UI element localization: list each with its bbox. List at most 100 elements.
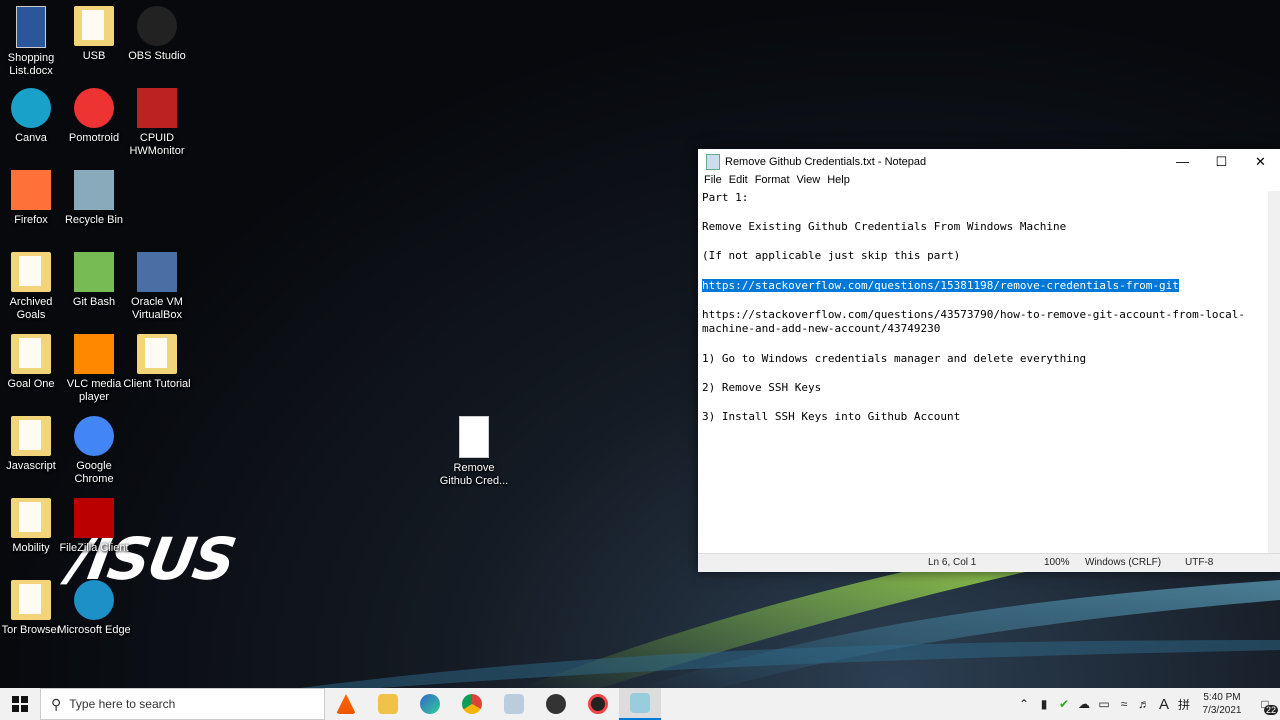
line-text: machine-and-add-new-account/43749230 [702, 322, 941, 336]
text-line: machine-and-add-new-account/43749230 [702, 322, 1268, 337]
notepad-icon [706, 153, 720, 170]
notepad-icon [630, 693, 650, 713]
text-line: Remove Existing Github Credentials From … [702, 220, 1268, 235]
search-box[interactable]: ⚲ Type here to search [40, 688, 325, 720]
desktop-icon-google-chrome[interactable]: Google Chrome [57, 416, 131, 486]
client-tutorial-icon [137, 334, 177, 374]
text-line: https://stackoverflow.com/questions/1538… [702, 278, 1268, 294]
pomotroid-icon [74, 88, 114, 128]
clock-time: 5:40 PM [1203, 692, 1241, 703]
photos-icon [504, 694, 524, 714]
desktop-icon-label: Recycle Bin [64, 214, 124, 226]
shopping-list-docx-icon [16, 6, 46, 48]
line-text: 1) Go to Windows credentials manager and… [702, 351, 1087, 365]
obs-studio-icon [137, 6, 177, 46]
obs-icon [546, 694, 566, 714]
menu-format[interactable]: Format [753, 174, 795, 190]
desktop-icon-remove-github-cred[interactable]: Remove Github Cred... [437, 416, 511, 488]
clock[interactable]: 5:40 PM 7/3/2021 [1194, 691, 1250, 717]
desktop-icon-label: Client Tutorial [123, 378, 191, 390]
canva-icon [11, 88, 51, 128]
title-bar[interactable]: Remove Github Credentials.txt - Notepad … [698, 149, 1280, 174]
notification-count: 22 [1263, 705, 1278, 715]
desktop-icon-label: Remove Github Cred... [439, 462, 509, 487]
taskbar-chrome[interactable] [451, 688, 493, 720]
wifi-icon[interactable]: ≈ [1114, 697, 1134, 711]
font-language-icon[interactable]: A [1154, 696, 1174, 713]
window-title: Remove Github Credentials.txt - Notepad [725, 155, 927, 168]
security-shield-icon[interactable]: ✔ [1054, 697, 1074, 711]
zoom-level: 100% [1044, 557, 1070, 568]
text-line [702, 395, 1268, 410]
text-line: (If not applicable just skip this part) [702, 249, 1268, 264]
search-placeholder: Type here to search [69, 697, 176, 711]
notepad-window[interactable]: Remove Github Credentials.txt - Notepad … [698, 149, 1280, 572]
file-explorer-icon [378, 694, 398, 714]
desktop-icon-microsoft-edge[interactable]: Microsoft Edge [57, 580, 131, 637]
clock-date: 7/3/2021 [1202, 705, 1242, 716]
maximize-button[interactable]: ☐ [1202, 149, 1241, 174]
desktop-icon-cpuid-hwmonitor[interactable]: CPUID HWMonitor [120, 88, 194, 158]
desktop-icon-label: CPUID HWMonitor [129, 132, 185, 157]
line-text: 3) Install SSH Keys into Github Account [702, 409, 961, 423]
minimize-button[interactable]: — [1163, 149, 1202, 174]
desktop-icon-label: FileZilla Client [59, 542, 129, 554]
encoding: UTF-8 [1185, 557, 1214, 568]
text-line [702, 293, 1268, 308]
text-line [702, 264, 1268, 279]
text-line [702, 337, 1268, 352]
desktop-icon-label: Google Chrome [74, 460, 114, 485]
line-text: 2) Remove SSH Keys [702, 380, 822, 394]
taskbar-photos[interactable] [493, 688, 535, 720]
text-editor[interactable]: Part 1: Remove Existing Github Credential… [698, 191, 1268, 554]
windows-icon [12, 696, 28, 712]
line-text: https://stackoverflow.com/questions/4357… [702, 307, 1246, 321]
desktop-icon-oracle-vm-virtualbox[interactable]: Oracle VM VirtualBox [120, 252, 194, 322]
cpuid-hwmonitor-icon [137, 88, 177, 128]
close-button[interactable]: ✕ [1241, 149, 1280, 174]
chevron-up-icon[interactable]: ⌃ [1014, 697, 1034, 711]
menu-help[interactable]: Help [825, 174, 855, 190]
taskbar-notepad[interactable] [619, 688, 661, 720]
onedrive-icon[interactable]: ☁ [1074, 697, 1094, 711]
archived-goals-icon [11, 252, 51, 292]
microphone-icon[interactable]: ▮ [1034, 697, 1054, 711]
text-line: 1) Go to Windows credentials manager and… [702, 352, 1268, 367]
git-bash-icon [74, 252, 114, 292]
taskbar-edge[interactable] [409, 688, 451, 720]
battery-icon[interactable]: ▭ [1094, 697, 1114, 711]
volume-icon[interactable]: ♬ [1134, 697, 1154, 711]
text-line: https://stackoverflow.com/questions/4357… [702, 308, 1268, 323]
menu-file[interactable]: File [702, 174, 727, 190]
menu-view[interactable]: View [795, 174, 826, 190]
taskbar-pomotroid[interactable] [577, 688, 619, 720]
text-line [702, 235, 1268, 250]
notification-icon[interactable]: □ 22 [1250, 697, 1280, 715]
line-ending: Windows (CRLF) [1085, 557, 1162, 568]
text-line [702, 366, 1268, 381]
text-line: 2) Remove SSH Keys [702, 381, 1268, 396]
vlc-media-player-icon [74, 334, 114, 374]
filezilla-client-icon [74, 498, 114, 538]
google-chrome-icon [74, 416, 114, 456]
desktop-icon-filezilla-client[interactable]: FileZilla Client [57, 498, 131, 555]
taskbar-file-explorer[interactable] [367, 688, 409, 720]
taskbar-obs[interactable] [535, 688, 577, 720]
desktop-icon-recycle-bin[interactable]: Recycle Bin [57, 170, 131, 227]
usb-icon [74, 6, 114, 46]
firefox-icon [11, 170, 51, 210]
goal-one-icon [11, 334, 51, 374]
vertical-scrollbar[interactable] [1268, 191, 1280, 554]
search-icon: ⚲ [51, 695, 62, 712]
ime-icon[interactable]: 拼 [1174, 696, 1194, 713]
microsoft-edge-icon [74, 580, 114, 620]
javascript-icon [11, 416, 51, 456]
taskbar-vlc[interactable] [325, 688, 367, 720]
start-button[interactable] [0, 688, 40, 720]
remove-github-cred-icon [459, 416, 489, 458]
desktop-icon-client-tutorial[interactable]: Client Tutorial [120, 334, 194, 391]
menu-edit[interactable]: Edit [727, 174, 753, 190]
oracle-vm-virtualbox-icon [137, 252, 177, 292]
desktop-icon-obs-studio[interactable]: OBS Studio [120, 6, 194, 63]
desktop-icon-label: Microsoft Edge [57, 624, 131, 636]
